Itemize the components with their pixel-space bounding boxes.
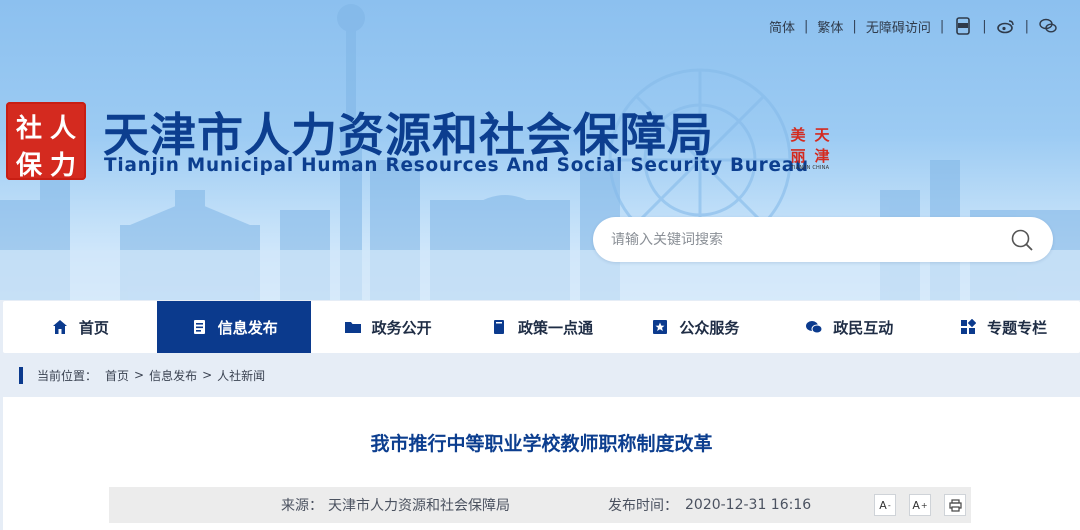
search-icon[interactable] — [1009, 227, 1035, 253]
font-decrease-button[interactable]: A- — [874, 494, 896, 516]
nav-label: 专题专栏 — [987, 318, 1048, 337]
nav-label: 公众服务 — [679, 318, 740, 337]
main-nav: 首页 信息发布 政务公开 政策一点通 公众服务 政民互动 专题专栏 — [3, 301, 1080, 353]
nav-item-policy[interactable]: 政策一点通 — [465, 301, 619, 353]
breadcrumb-prefix: 当前位置： — [37, 368, 98, 383]
folder-icon — [344, 318, 362, 336]
seal-char: 社 — [15, 114, 42, 144]
simplified-chinese-link[interactable]: 简体 — [769, 17, 795, 36]
seal-char: 美 — [790, 126, 806, 144]
nav-item-info-release[interactable]: 信息发布 — [156, 301, 311, 353]
font-decrease-label: A — [879, 498, 887, 512]
divider: | — [852, 18, 857, 34]
breadcrumb-accent-bar — [19, 366, 23, 384]
weibo-icon[interactable] — [996, 16, 1016, 36]
publish-date-label: 发布时间： — [608, 498, 678, 514]
breadcrumb: 当前位置： 首页 > 信息发布 > 人社新闻 — [19, 365, 265, 385]
nav-label: 政策一点通 — [518, 318, 594, 337]
breadcrumb-separator: > — [134, 368, 145, 382]
book-icon — [490, 318, 508, 336]
app-icon[interactable] — [953, 16, 973, 36]
wechat-icon[interactable] — [1038, 16, 1058, 36]
breadcrumb-separator: > — [202, 368, 213, 382]
breadcrumb-info-link[interactable]: 信息发布 — [149, 367, 197, 384]
top-links: 简体 | 繁体 | 无障碍访问 | | | — [769, 15, 1058, 37]
breadcrumb-home-link[interactable]: 首页 — [105, 367, 129, 384]
grid-icon — [959, 318, 977, 336]
font-increase-button[interactable]: A + — [909, 494, 931, 516]
seal-char: 天 — [814, 126, 830, 144]
tianjin-seal-logo: 美 天 丽 津 TIANJIN CHINA — [786, 124, 834, 176]
nav-item-home[interactable]: 首页 — [3, 301, 157, 353]
nav-item-interaction[interactable]: 政民互动 — [772, 301, 926, 353]
font-increase-label: A — [912, 498, 920, 512]
print-button[interactable] — [944, 494, 966, 516]
nav-label: 信息发布 — [217, 318, 278, 337]
seal-char: 人 — [49, 114, 76, 144]
print-icon — [948, 498, 962, 512]
article-meta-bar: 来源： 天津市人力资源和社会保障局 发布时间： 2020-12-31 16:16… — [109, 487, 971, 523]
divider: | — [804, 18, 809, 34]
seal-char: 力 — [49, 151, 76, 181]
nav-item-public-service[interactable]: 公众服务 — [618, 301, 772, 353]
nav-label: 首页 — [78, 318, 109, 337]
search-box — [593, 217, 1053, 262]
publish-date-value: 2020-12-31 16:16 — [685, 497, 812, 513]
search-input[interactable] — [611, 231, 1009, 248]
source-value: 天津市人力资源和社会保障局 — [328, 498, 510, 514]
seal-caption: TIANJIN CHINA — [790, 165, 830, 171]
traditional-chinese-link[interactable]: 繁体 — [817, 17, 843, 36]
site-title-english: Tianjin Municipal Human Resources And So… — [104, 155, 809, 176]
home-icon — [51, 318, 69, 336]
page-header: 简体 | 繁体 | 无障碍访问 | | | 社 人 保 力 天津市人力资源和社会… — [0, 0, 1080, 300]
nav-item-special-topics[interactable]: 专题专栏 — [926, 301, 1080, 353]
document-icon — [190, 318, 208, 336]
seal-char: 津 — [814, 147, 830, 165]
source-label: 来源： — [281, 498, 323, 514]
chat-icon — [805, 318, 823, 336]
seal-char: 丽 — [790, 147, 806, 165]
divider: | — [1024, 18, 1029, 34]
nav-label: 政务公开 — [371, 318, 432, 337]
accessibility-link[interactable]: 无障碍访问 — [866, 17, 931, 36]
breadcrumb-news-link[interactable]: 人社新闻 — [217, 367, 265, 384]
minus-icon: - — [887, 500, 891, 510]
bureau-logo-seal: 社 人 保 力 — [6, 102, 86, 181]
divider: | — [939, 18, 945, 34]
article-title: 我市推行中等职业学校教师职称制度改革 — [370, 433, 713, 455]
plus-icon: + — [920, 500, 928, 510]
divider: | — [982, 18, 987, 34]
star-icon — [651, 318, 669, 336]
article-panel: 我市推行中等职业学校教师职称制度改革 来源： 天津市人力资源和社会保障局 发布时… — [3, 397, 1080, 530]
nav-label: 政民互动 — [833, 318, 894, 337]
seal-char: 保 — [15, 151, 42, 181]
nav-item-gov-affairs[interactable]: 政务公开 — [311, 301, 465, 353]
